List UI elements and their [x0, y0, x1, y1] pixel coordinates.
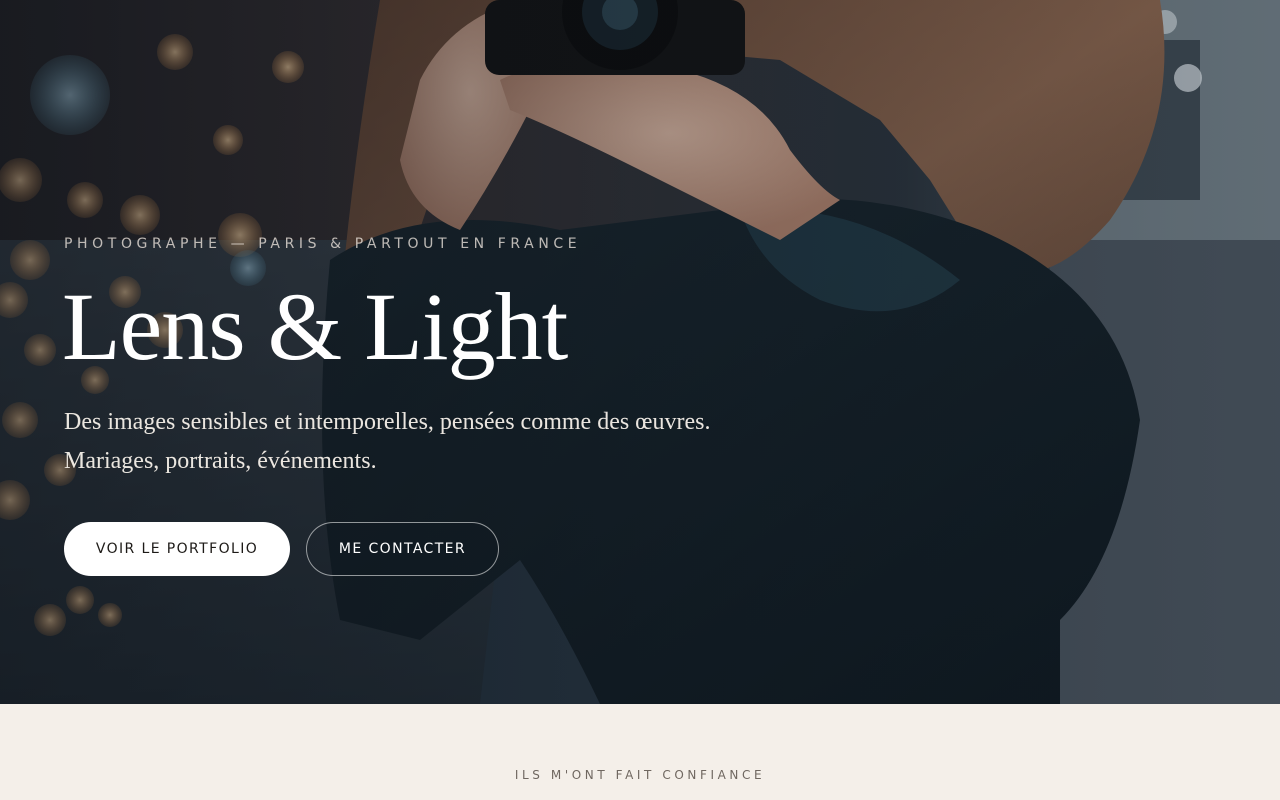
- hero-eyebrow: PHOTOGRAPHE — PARIS & PARTOUT EN FRANCE: [64, 236, 582, 252]
- hero-subtitle-line: Des images sensibles et intemporelles, p…: [64, 409, 711, 435]
- hero-section: PHOTOGRAPHE — PARIS & PARTOUT EN FRANCE …: [0, 0, 1280, 704]
- portfolio-button[interactable]: VOIR LE PORTFOLIO: [64, 522, 290, 576]
- hero-subtitle: Des images sensibles et intemporelles, p…: [64, 403, 711, 481]
- trust-section: ILS M'ONT FAIT CONFIANCE: [0, 704, 1280, 800]
- hero-subtitle-line: Mariages, portraits, événements.: [64, 448, 377, 474]
- hero-title: Lens & Light: [62, 273, 568, 380]
- contact-button[interactable]: ME CONTACTER: [306, 522, 499, 576]
- trust-label: ILS M'ONT FAIT CONFIANCE: [514, 768, 766, 782]
